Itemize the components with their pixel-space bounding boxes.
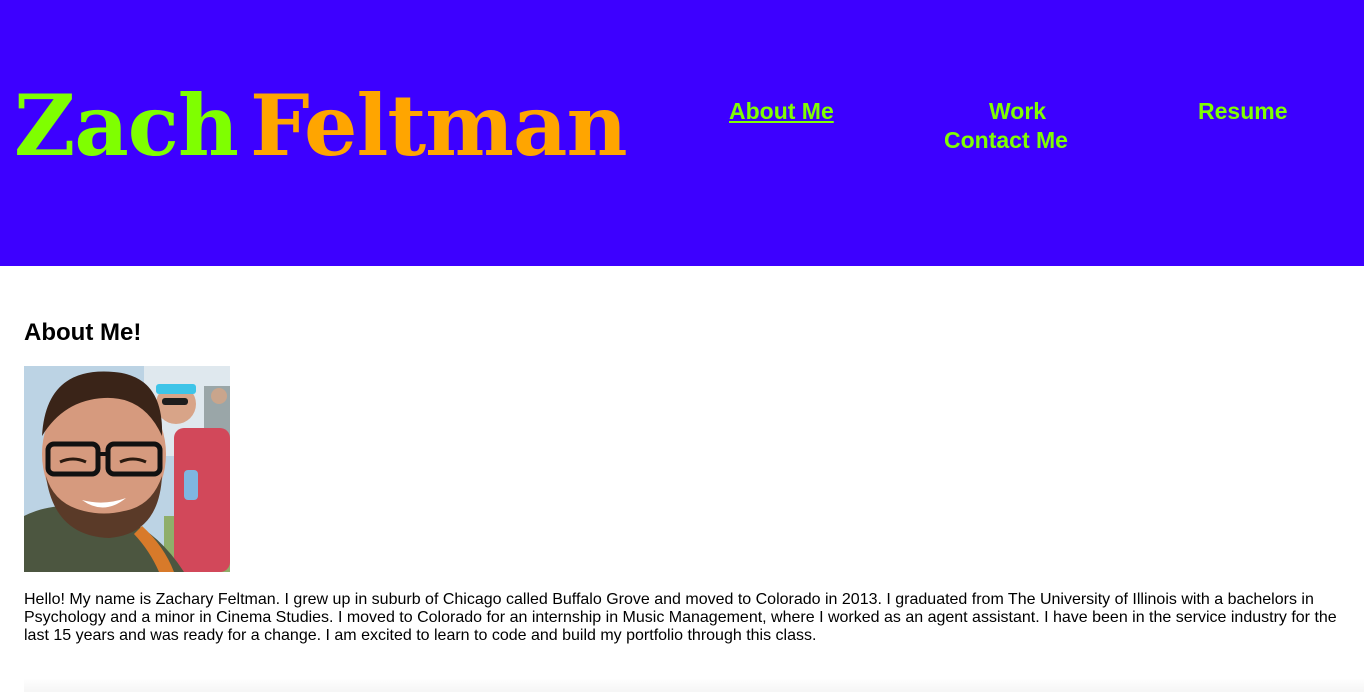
nav-link-contact-me[interactable]: Contact Me [944, 126, 1068, 154]
nav-link-resume[interactable]: Resume [1198, 97, 1287, 125]
nav-link-work[interactable]: Work [989, 97, 1046, 125]
site-logo[interactable]: Zach Feltman [14, 76, 628, 176]
about-bio-text: Hello! My name is Zachary Feltman. I gre… [24, 591, 1337, 644]
main-content: About Me! Hello! My name is Zachary Felt… [0, 266, 1364, 692]
site-header: Zach Feltman About Me Work Resume Contact… [0, 0, 1364, 266]
section-divider [24, 678, 1364, 692]
nav-link-about-me[interactable]: About Me [729, 97, 834, 125]
logo-last-name: Feltman [249, 76, 628, 175]
logo-first-name: Zach [14, 76, 239, 175]
profile-photo [24, 366, 230, 572]
section-title: About Me! [24, 319, 142, 346]
